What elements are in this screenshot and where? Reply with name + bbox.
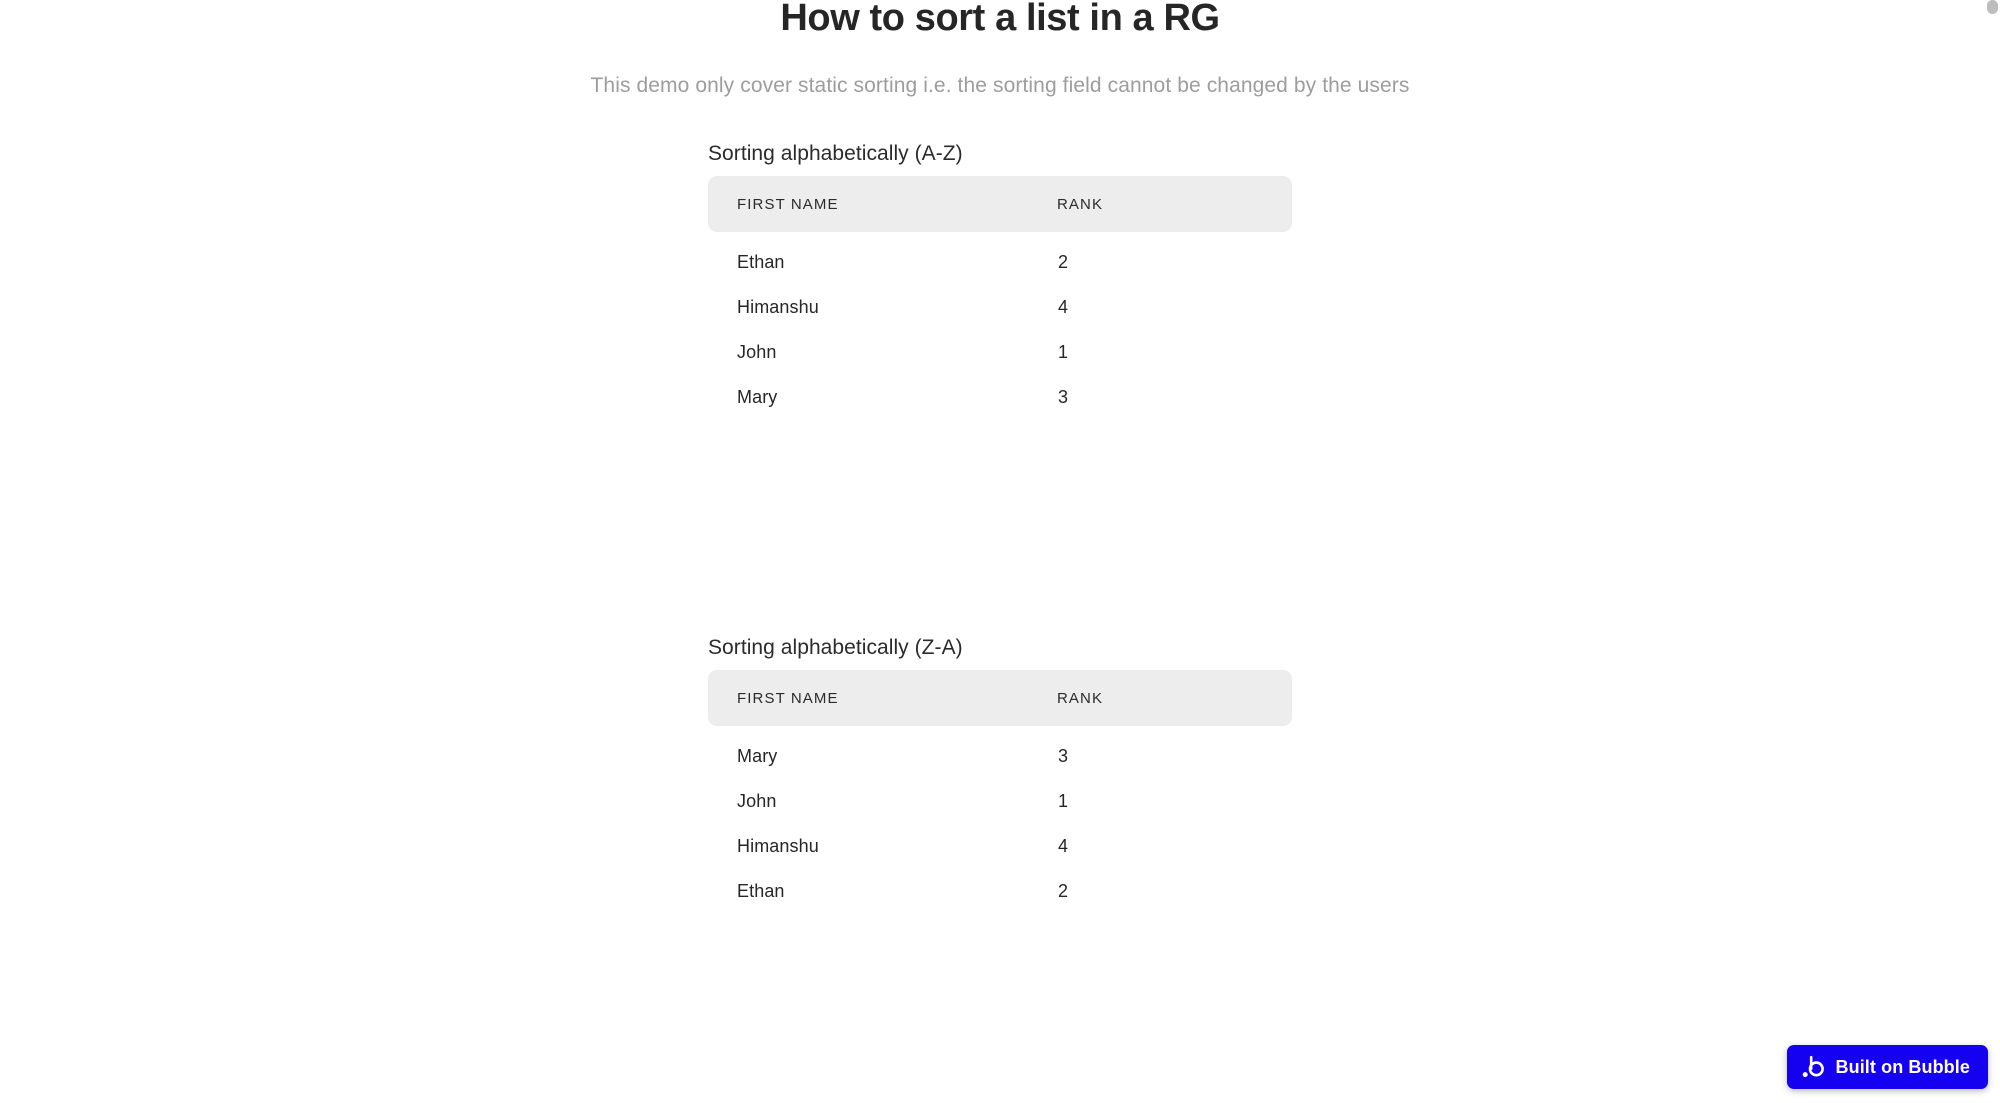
cell-first-name: John [737,790,777,811]
table-row[interactable]: Ethan 2 [708,239,1292,284]
repeating-group: FIRST NAME RANK Mary 3 John 1 Himanshu 4 Ethan 2 [708,670,1292,913]
cell-rank: 2 [1058,251,1069,272]
table-row[interactable]: Himanshu 4 [708,284,1292,329]
table-row[interactable]: Mary 3 [708,733,1292,778]
bubble-logo-icon [1801,1054,1827,1080]
column-header-first-name: FIRST NAME [737,195,839,213]
table-body: Mary 3 John 1 Himanshu 4 Ethan 2 [708,733,1292,913]
page-scrollbar-thumb[interactable] [1987,0,1998,14]
column-header-rank: RANK [1057,689,1104,707]
table-header-row: FIRST NAME RANK [708,670,1292,726]
cell-first-name: John [737,341,777,362]
table-header-row: FIRST NAME RANK [708,176,1292,232]
page-title: How to sort a list in a RG [780,0,1220,39]
cell-rank: 4 [1058,296,1069,317]
built-on-bubble-label: Built on Bubble [1835,1056,1970,1077]
built-on-bubble-badge[interactable]: Built on Bubble [1786,1045,1988,1089]
cell-rank: 3 [1058,386,1069,407]
cell-first-name: Mary [737,745,778,766]
sort-section: Sorting alphabetically (Z-A) FIRST NAME RA… [708,634,1292,913]
cell-rank: 1 [1058,341,1069,362]
cell-rank: 1 [1058,790,1069,811]
page-subtitle: This demo only cover static sorting i.e.… [590,74,1410,97]
cell-rank: 4 [1058,835,1069,856]
table-row[interactable]: Ethan 2 [708,868,1292,913]
cell-first-name: Himanshu [737,296,819,317]
page-root: How to sort a list in a RG This demo onl… [0,0,2000,1103]
table-row[interactable]: John 1 [708,778,1292,823]
section-heading: Sorting alphabetically (Z-A) [708,636,963,659]
table-row[interactable]: John 1 [708,329,1292,374]
sort-section: Sorting alphabetically (A-Z) FIRST NAME RA… [708,140,1292,419]
table-row[interactable]: Himanshu 4 [708,823,1292,868]
table-body: Ethan 2 Himanshu 4 John 1 Mary 3 [708,239,1292,419]
cell-rank: 3 [1058,745,1069,766]
cell-first-name: Himanshu [737,835,819,856]
page-scrollbar-track[interactable] [1985,0,2000,1103]
column-header-rank: RANK [1057,195,1104,213]
cell-first-name: Mary [737,386,778,407]
table-row[interactable]: Mary 3 [708,374,1292,419]
column-header-first-name: FIRST NAME [737,689,839,707]
repeating-group: FIRST NAME RANK Ethan 2 Himanshu 4 John 1 Mary 3 [708,176,1292,419]
cell-rank: 2 [1058,880,1069,901]
cell-first-name: Ethan [737,251,785,272]
section-heading: Sorting alphabetically (A-Z) [708,142,963,165]
cell-first-name: Ethan [737,880,785,901]
